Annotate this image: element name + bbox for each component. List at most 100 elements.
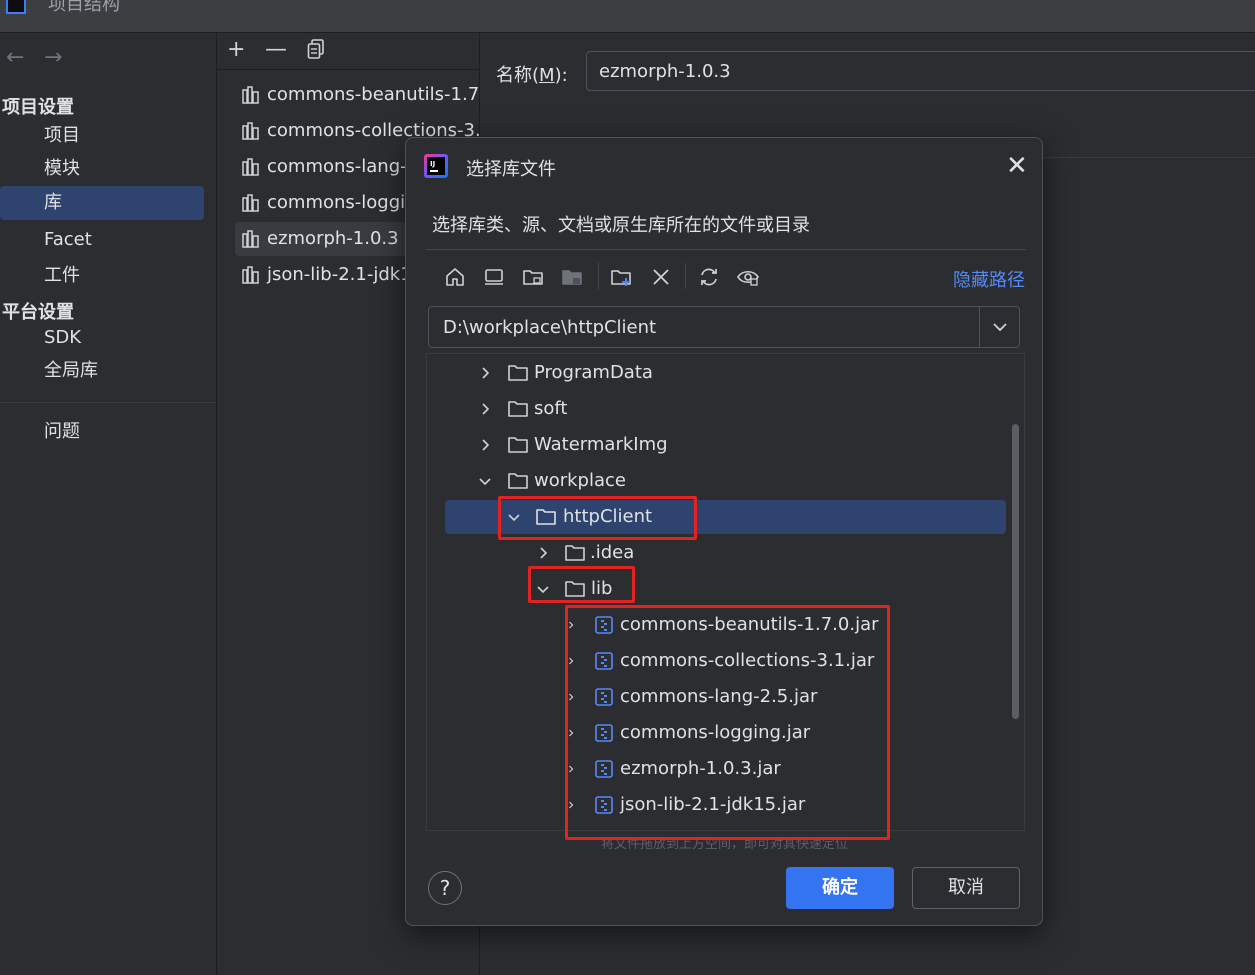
tree-label: commons-collections-3.1.jar	[620, 650, 875, 671]
dialog-divider	[426, 249, 1026, 250]
nav-item-libraries[interactable]: 库	[0, 186, 204, 220]
nav-item-global-libraries[interactable]: 全局库	[0, 354, 204, 388]
new-folder-icon[interactable]	[609, 265, 633, 289]
jar-icon	[595, 724, 613, 742]
chevron-right-icon[interactable]	[565, 653, 577, 669]
help-button[interactable]: ?	[428, 871, 462, 905]
arrow-left-icon[interactable]: ←	[6, 45, 24, 70]
plus-icon[interactable]: +	[227, 37, 245, 62]
chevron-right-icon[interactable]	[565, 761, 577, 777]
name-field[interactable]: ezmorph-1.0.3	[586, 51, 1255, 91]
delete-icon[interactable]	[649, 265, 673, 289]
tree-row-jar[interactable]: commons-logging.jar	[427, 716, 1007, 750]
desktop-icon[interactable]	[482, 265, 506, 289]
chevron-down-icon[interactable]	[477, 473, 493, 489]
arrow-right-icon[interactable]: →	[44, 45, 62, 70]
tree-label: ProgramData	[534, 362, 653, 383]
dialog-title: 选择库文件	[466, 159, 556, 180]
folder-icon	[565, 581, 585, 597]
chevron-right-icon[interactable]	[477, 401, 493, 417]
cancel-button[interactable]: 取消	[912, 867, 1020, 909]
library-item-label: ezmorph-1.0.3	[267, 228, 399, 249]
name-label: 名称(M):	[496, 65, 568, 86]
tree-row-jar[interactable]: ezmorph-1.0.3.jar	[427, 752, 1007, 786]
chevron-down-icon[interactable]	[506, 509, 522, 525]
path-input[interactable]: D:\workplace\httpClient	[443, 317, 656, 338]
tree-row-jar[interactable]: commons-beanutils-1.7.0.jar	[427, 608, 1007, 642]
chevron-right-icon[interactable]	[565, 725, 577, 741]
intellij-logo-icon: IJ	[424, 154, 448, 178]
copy-icon[interactable]	[307, 39, 325, 65]
module-folder-icon[interactable]	[560, 265, 584, 289]
chevron-right-icon[interactable]	[565, 617, 577, 633]
chevron-right-icon[interactable]	[565, 797, 577, 813]
tree-row-folder[interactable]: .idea	[427, 536, 1007, 570]
jar-icon	[595, 760, 613, 778]
tree-label: ezmorph-1.0.3.jar	[620, 758, 781, 779]
jar-icon	[595, 616, 613, 634]
path-combobox[interactable]: D:\workplace\httpClient	[428, 306, 1020, 348]
tree-label: commons-beanutils-1.7.0.jar	[620, 614, 879, 635]
tree-label: workplace	[534, 470, 626, 491]
tree-label: WatermarkImg	[534, 434, 668, 455]
tree-row-jar[interactable]: json-lib-2.1-jdk15.jar	[427, 788, 1007, 822]
folder-icon	[565, 545, 585, 561]
chevron-right-icon[interactable]	[477, 365, 493, 381]
tree-row-folder[interactable]: workplace	[427, 464, 1007, 498]
tree-label: commons-logging.jar	[620, 722, 811, 743]
minus-icon[interactable]: —	[265, 37, 287, 62]
library-toolbar: + —	[217, 33, 479, 70]
tree-row-jar[interactable]: commons-lang-2.5.jar	[427, 680, 1007, 714]
nav-item-project[interactable]: 项目	[0, 119, 204, 153]
library-item-label: commons-beanutils-1.7.0	[267, 84, 480, 105]
svg-text:IJ: IJ	[430, 160, 435, 168]
library-item[interactable]: commons-beanutils-1.7.0	[235, 78, 480, 112]
combo-divider	[979, 307, 980, 347]
library-item-label: commons-logging	[267, 192, 428, 213]
tree-row-folder[interactable]: soft	[427, 392, 1007, 426]
jar-icon	[595, 688, 613, 706]
project-folder-icon[interactable]	[521, 265, 545, 289]
title-bar: 项目结构	[0, 0, 1255, 33]
toolbar-divider	[598, 263, 599, 289]
tree-label: commons-lang-2.5.jar	[620, 686, 818, 707]
tree-row-folder[interactable]: lib	[427, 572, 1007, 606]
library-icon	[242, 194, 259, 212]
nav-item-problems[interactable]: 问题	[0, 415, 204, 449]
folder-icon	[508, 437, 528, 453]
tree-row-folder-selected[interactable]: httpClient	[445, 500, 1006, 534]
tree-label: httpClient	[563, 506, 653, 527]
chevron-down-icon[interactable]	[535, 581, 551, 597]
library-icon	[242, 122, 259, 140]
nav-item-facet[interactable]: Facet	[0, 223, 204, 257]
folder-icon	[508, 401, 528, 417]
tree-label: json-lib-2.1-jdk15.jar	[620, 794, 806, 815]
refresh-icon[interactable]	[697, 265, 721, 289]
tree-label: soft	[534, 398, 568, 419]
chevron-right-icon[interactable]	[565, 689, 577, 705]
nav-item-modules[interactable]: 模块	[0, 152, 204, 186]
show-hidden-icon[interactable]	[736, 265, 760, 289]
folder-icon	[508, 473, 528, 489]
ok-button[interactable]: 确定	[786, 867, 894, 909]
hide-path-link[interactable]: 隐藏路径	[953, 266, 1025, 292]
section-project-settings: 项目设置	[2, 97, 74, 118]
chevron-right-icon[interactable]	[535, 545, 551, 561]
home-icon[interactable]	[443, 265, 467, 289]
dialog-description: 选择库类、源、文档或原生库所在的文件或目录	[432, 215, 810, 236]
chevron-down-icon[interactable]	[985, 315, 1015, 339]
close-icon[interactable]: ✕	[1006, 151, 1028, 181]
jar-icon	[595, 652, 613, 670]
nav-divider	[0, 402, 216, 403]
folder-icon	[536, 509, 556, 525]
nav-item-sdk[interactable]: SDK	[0, 321, 204, 355]
tree-row-folder[interactable]: ProgramData	[427, 356, 1007, 390]
library-icon	[242, 158, 259, 176]
chevron-right-icon[interactable]	[477, 437, 493, 453]
tree-row-folder[interactable]: WatermarkImg	[427, 428, 1007, 462]
file-tree[interactable]: ProgramData soft WatermarkImg workplace …	[426, 353, 1025, 831]
library-icon	[242, 266, 259, 284]
tree-scrollbar[interactable]	[1012, 424, 1019, 719]
tree-row-jar[interactable]: commons-collections-3.1.jar	[427, 644, 1007, 678]
nav-item-artifacts[interactable]: 工件	[0, 259, 204, 293]
